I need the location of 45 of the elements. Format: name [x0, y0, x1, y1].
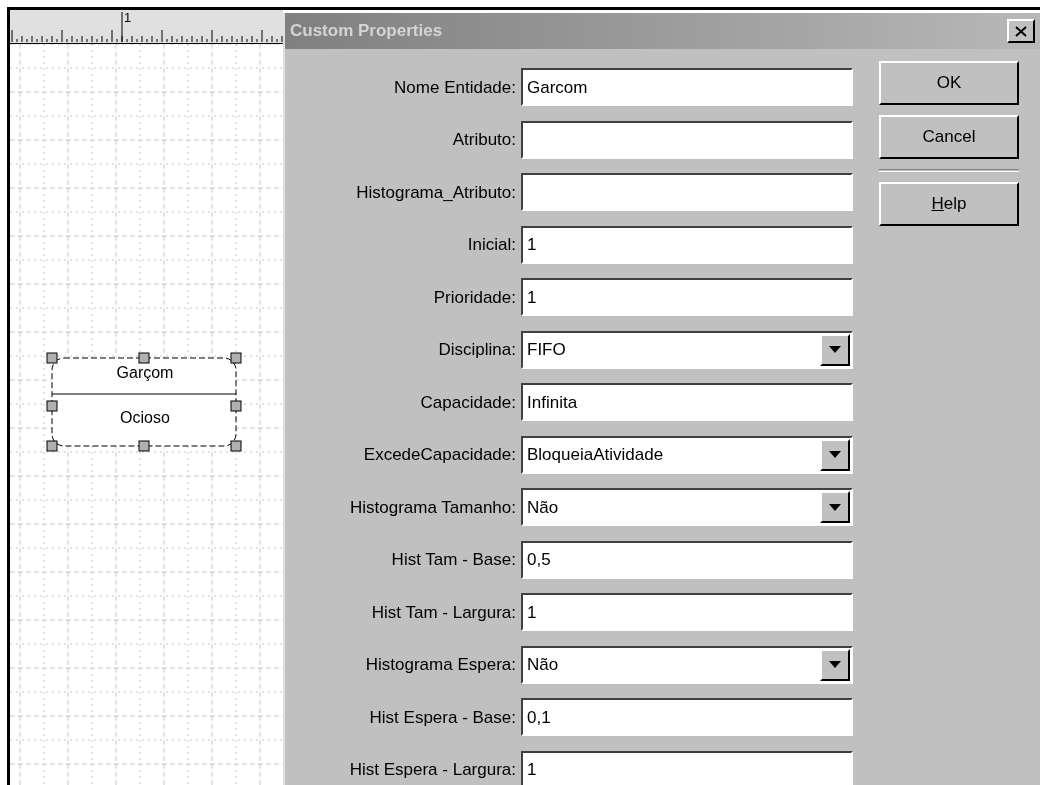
field-label: Hist Espera - Largura: [348, 759, 517, 781]
entity-name: Garçom [115, 363, 175, 383]
dropdown-arrow-button[interactable] [820, 491, 850, 524]
field-label: Disciplina: [437, 339, 517, 361]
dialog-button[interactable]: Cancel [879, 115, 1019, 159]
field-label: Inicial: [466, 234, 517, 256]
dropdown-arrow-button[interactable] [820, 648, 850, 681]
text-field[interactable]: Garcom [521, 68, 853, 107]
text-field[interactable]: 1 [521, 750, 853, 785]
caret-down-icon [829, 451, 841, 459]
close-icon [1015, 25, 1027, 37]
dropdown-field[interactable]: BloqueiaAtividade [521, 435, 853, 474]
window-title: Custom Properties [290, 20, 443, 43]
ruler-label: 1 [124, 11, 132, 24]
dropdown-field[interactable]: Não [521, 645, 853, 684]
field-label: Histograma Tamanho: [349, 496, 517, 519]
dialog-button[interactable]: Help [879, 182, 1019, 226]
text-field[interactable]: Infinita [521, 383, 853, 422]
caret-down-icon [829, 503, 841, 511]
field-label: ExcedeCapacidade: [362, 444, 517, 466]
field-label: Capacidade: [419, 391, 517, 414]
field-label: Histograma_Atributo: [355, 181, 517, 204]
dropdown-field[interactable]: FIFO [521, 330, 853, 369]
dropdown-field[interactable]: Não [521, 488, 853, 527]
field-label: Nome Entidade: [393, 76, 517, 99]
text-field[interactable]: 0,1 [521, 698, 853, 737]
field-label: Hist Tam - Largura: [370, 601, 517, 624]
dropdown-arrow-button[interactable] [820, 333, 850, 366]
close-button[interactable] [1007, 19, 1035, 43]
text-field[interactable] [521, 173, 853, 212]
dropdown-arrow-button[interactable] [820, 438, 850, 471]
text-field[interactable]: 1 [521, 278, 853, 317]
caret-down-icon [829, 661, 841, 669]
entity-state: Ocioso [119, 408, 171, 428]
text-field[interactable]: 1 [521, 225, 853, 264]
text-field[interactable]: 0,5 [521, 540, 853, 579]
dialog-button[interactable]: OK [879, 61, 1019, 105]
field-label: Hist Tam - Base: [390, 549, 517, 571]
field-label: Histograma Espera: [364, 654, 517, 676]
field-label: Atributo: [451, 129, 517, 151]
caret-down-icon [829, 346, 841, 354]
text-field[interactable]: 1 [521, 593, 853, 632]
text-field[interactable] [521, 120, 853, 159]
field-label: Prioridade: [432, 286, 517, 309]
field-label: Hist Espera - Base: [368, 706, 517, 729]
